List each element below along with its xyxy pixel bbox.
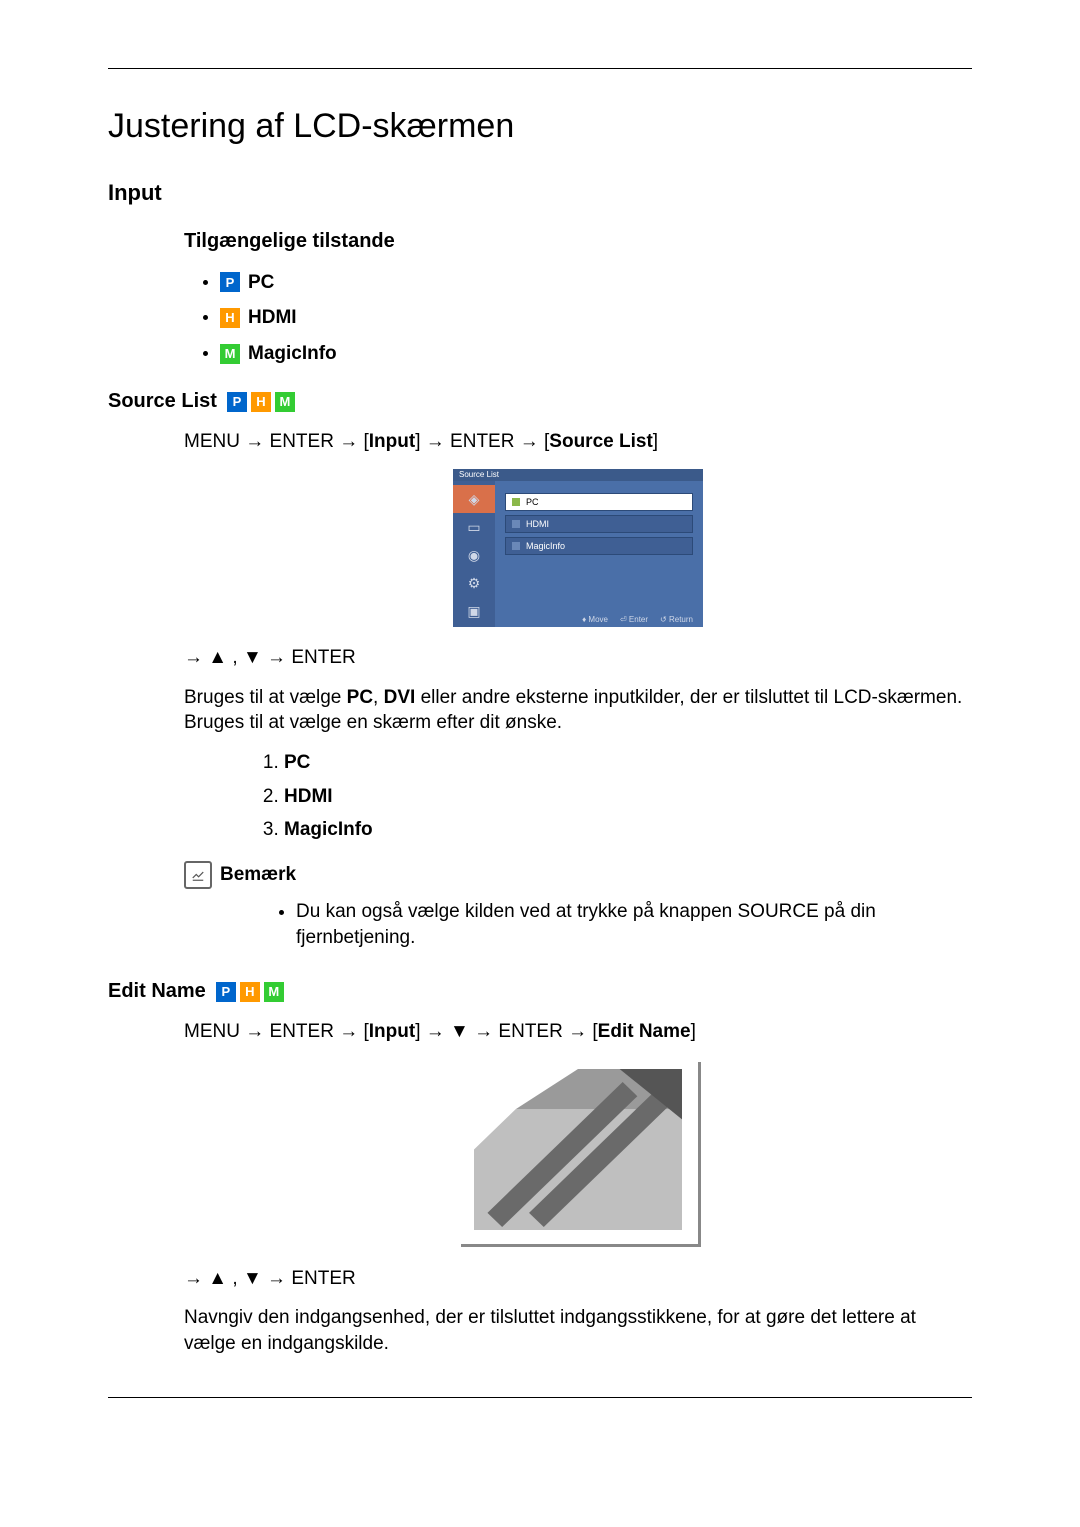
osd-item-label: HDMI [526, 518, 549, 530]
note-text: Du kan også vælge kilden ved at trykke p… [296, 899, 972, 950]
nav-token: ENTER [291, 1268, 355, 1289]
edit-name-illustration [458, 1059, 698, 1244]
up-arrow-icon: ▲ [208, 1266, 227, 1292]
nav-token: ENTER [291, 647, 355, 668]
badge-row: P H M [227, 392, 295, 412]
osd-item-label: MagicInfo [526, 540, 565, 552]
mode-item-pc: P PC [220, 269, 972, 296]
osd-item-magicinfo: MagicInfo [505, 537, 693, 555]
p-icon: P [227, 392, 247, 412]
osd-tab-setup-icon: ⚙ [453, 569, 495, 597]
h-icon: H [251, 392, 271, 412]
osd-screenshot: Source List ◈ ▭ ◉ ⚙ ▣ PC HDMI MagicInfo … [453, 469, 703, 627]
osd-foot-enter: ⏎ Enter [620, 615, 648, 626]
m-icon: M [275, 392, 295, 412]
mode-label: HDMI [248, 305, 297, 331]
mode-label: MagicInfo [248, 341, 337, 367]
down-arrow-icon: ▼ [243, 1266, 262, 1292]
nav-token: ENTER [498, 1021, 562, 1042]
osd-footer: ♦ Move ⏎ Enter ↺ Return [495, 613, 703, 627]
manual-page: Justering af LCD-skærmen Input Tilgængel… [0, 0, 1080, 1527]
note-icon [184, 861, 212, 889]
nav-path-edit: MENU → ENTER → [Input] → ▼ → ENTER → [Ed… [184, 1019, 972, 1045]
osd-title: Source List [453, 469, 703, 481]
badge-row: P H M [216, 982, 284, 1002]
list-item: PC [284, 750, 972, 776]
source-body: Bruges til at vælge PC, DVI eller andre … [184, 685, 972, 736]
m-icon: M [264, 982, 284, 1002]
nav-path-source: MENU → ENTER → [Input] → ENTER → [Source… [184, 429, 972, 455]
osd-tab-picture-icon: ▭ [453, 513, 495, 541]
nav-token: ENTER [450, 431, 514, 452]
nav-token-bold: Source List [549, 431, 652, 452]
edit-name-heading: Edit Name [108, 978, 206, 1005]
edit-name-content: MENU → ENTER → [Input] → ▼ → ENTER → [Ed… [108, 1019, 972, 1357]
source-numbered-list: PC HDMI MagicInfo [184, 750, 972, 843]
note-list: Du kan også vælge kilden ved at trykke p… [184, 899, 972, 950]
osd-tab-multi-icon: ▣ [453, 597, 495, 625]
mode-label: PC [248, 270, 274, 296]
m-icon: M [220, 344, 240, 364]
modes-list: P PC H HDMI M MagicInfo [108, 269, 972, 367]
osd-item-pc: PC [505, 493, 693, 511]
edit-body: Navngiv den indgangsenhed, der er tilslu… [184, 1305, 972, 1356]
h-icon: H [220, 308, 240, 328]
nav-token-bold: Edit Name [598, 1021, 691, 1042]
osd-tab-sound-icon: ◉ [453, 541, 495, 569]
nav-token: ENTER [270, 1021, 334, 1042]
osd-item-hdmi: HDMI [505, 515, 693, 533]
list-item: HDMI [284, 784, 972, 810]
page-title: Justering af LCD-skærmen [108, 104, 972, 150]
note-label: Bemærk [220, 862, 296, 888]
down-arrow-icon: ▼ [450, 1019, 469, 1045]
mode-item-hdmi: H HDMI [220, 304, 972, 331]
down-arrow-icon: ▼ [243, 645, 262, 671]
nav-token: MENU [184, 1021, 240, 1042]
bottom-divider [108, 1397, 972, 1398]
edit-name-heading-row: Edit Name P H M [108, 978, 972, 1005]
note-row: Bemærk [184, 861, 972, 889]
nav-token: ENTER [270, 431, 334, 452]
source-list-heading: Source List [108, 388, 217, 415]
h-icon: H [240, 982, 260, 1002]
input-heading: Input [108, 178, 972, 208]
osd-sidebar: ◈ ▭ ◉ ⚙ ▣ [453, 469, 495, 627]
nav-token-bold: Input [369, 431, 415, 452]
source-list-content: MENU → ENTER → [Input] → ENTER → [Source… [108, 429, 972, 950]
nav-token-bold: Input [369, 1021, 415, 1042]
top-divider [108, 68, 972, 69]
osd-foot-move: ♦ Move [582, 615, 608, 626]
p-icon: P [220, 272, 240, 292]
up-arrow-icon: ▲ [208, 645, 227, 671]
nav-arrows-source: → ▲ , ▼ → ENTER [184, 645, 972, 671]
mode-item-magicinfo: M MagicInfo [220, 340, 972, 367]
osd-main: PC HDMI MagicInfo [495, 469, 703, 627]
source-list-heading-row: Source List P H M [108, 388, 972, 415]
nav-arrows-edit: → ▲ , ▼ → ENTER [184, 1266, 972, 1292]
list-item: MagicInfo [284, 817, 972, 843]
osd-foot-return: ↺ Return [660, 615, 693, 626]
osd-tab-input-icon: ◈ [453, 485, 495, 513]
modes-heading: Tilgængelige tilstande [108, 228, 972, 255]
osd-item-label: PC [526, 496, 539, 508]
p-icon: P [216, 982, 236, 1002]
nav-token: MENU [184, 431, 240, 452]
